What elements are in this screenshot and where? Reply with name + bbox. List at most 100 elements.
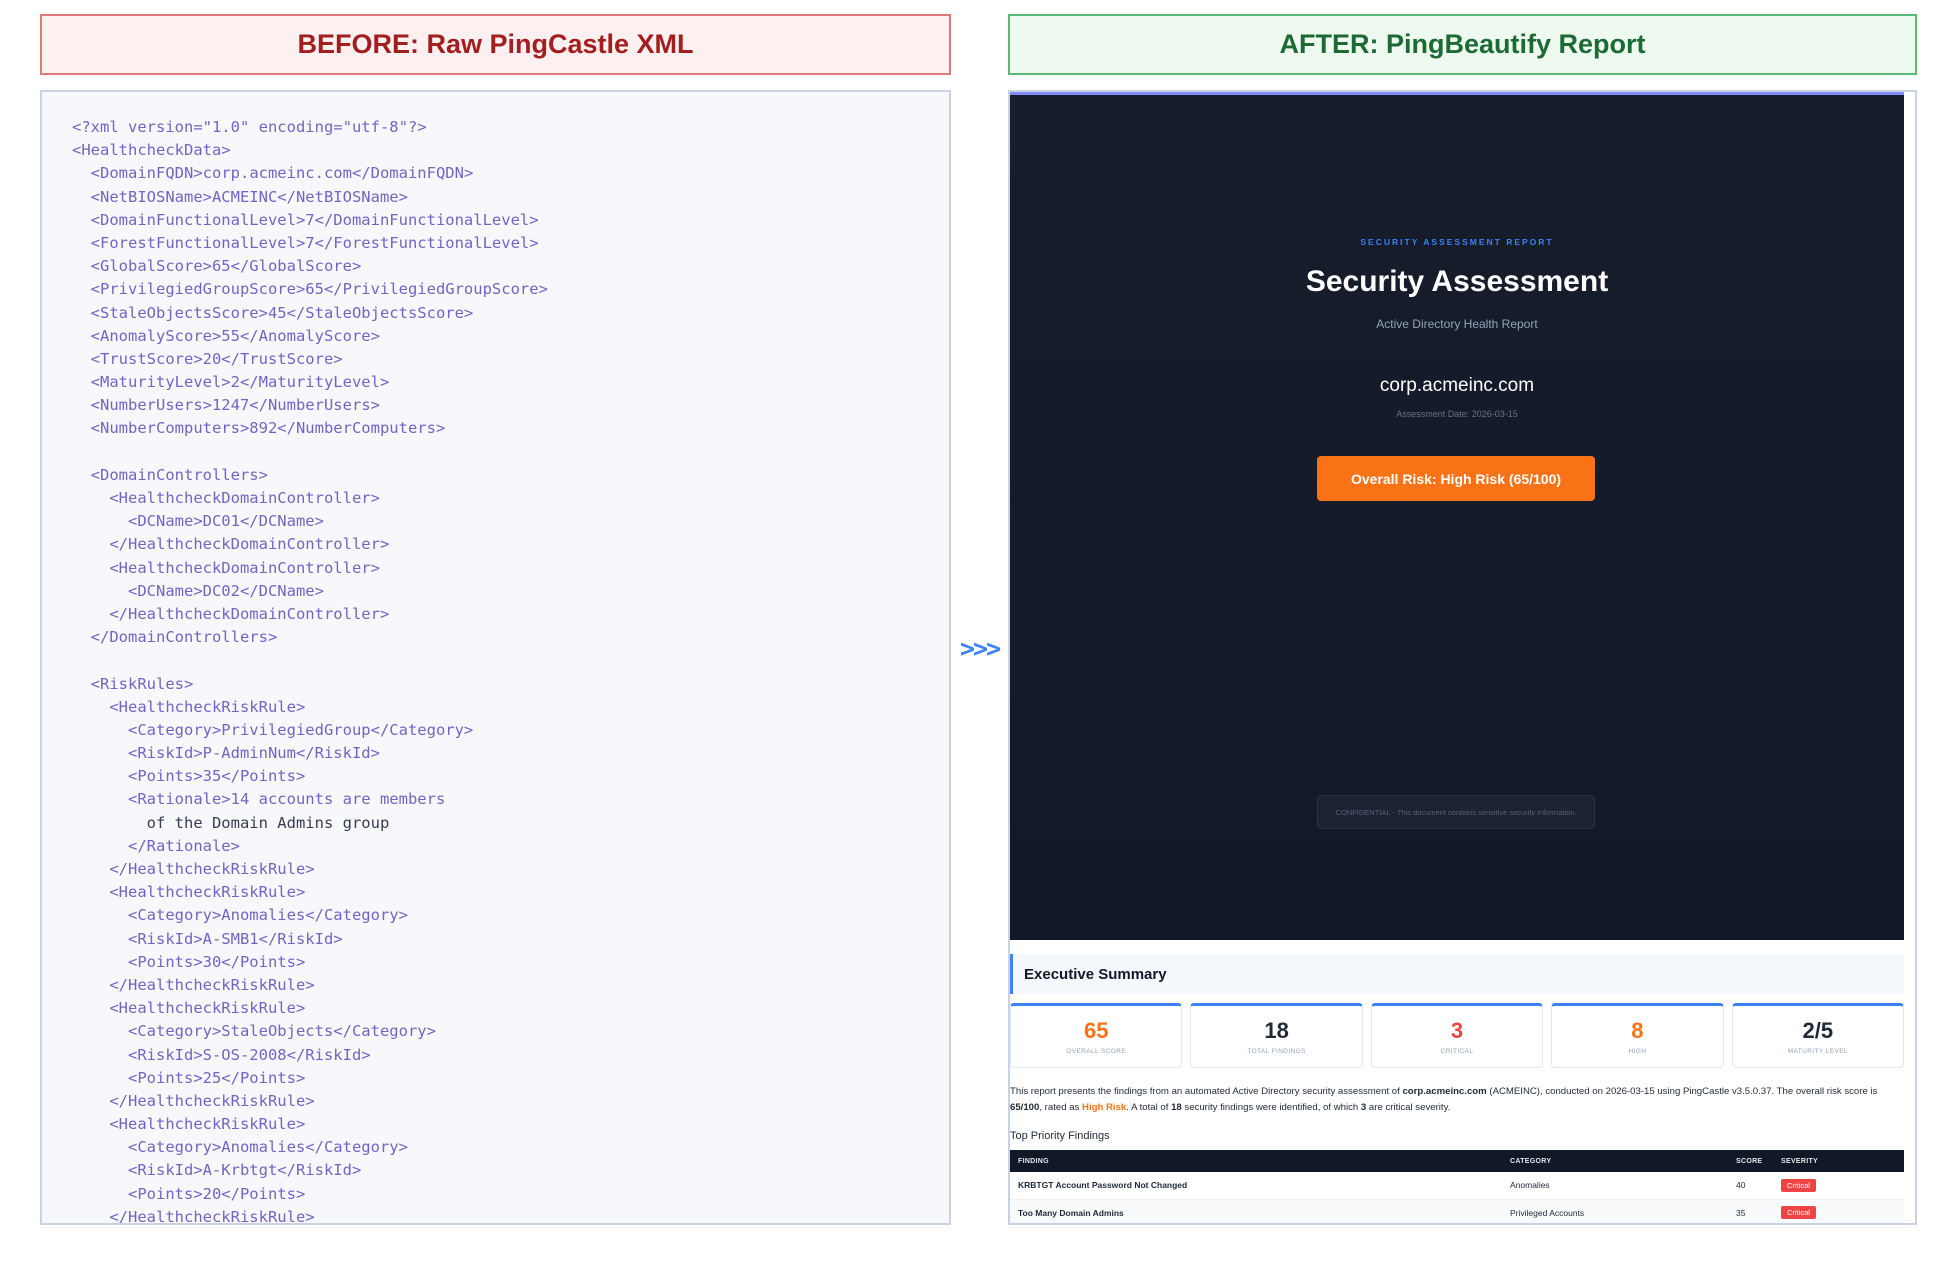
xml-segment: <Points>25</Points> (72, 1068, 306, 1087)
xml-line: <PrivilegiedGroupScore>65</PrivilegiedGr… (72, 278, 949, 301)
xml-line: <HealthcheckRiskRule> (72, 1113, 949, 1136)
summary-cards: 65 OVERALL SCORE 18 TOTAL FINDINGS 3 CRI… (1010, 1003, 1905, 1068)
xml-segment: </HealthcheckRiskRule> (72, 1207, 315, 1225)
xml-line: <HealthcheckDomainController> (72, 557, 949, 580)
top-priority-heading: Top Priority Findings (1010, 1130, 1110, 1142)
overall-risk-badge: Overall Risk: High Risk (65/100) (1317, 456, 1595, 501)
xml-line: <Points>20</Points> (72, 1183, 949, 1206)
xml-segment: <Points>20</Points> (72, 1184, 306, 1203)
xml-segment: <HealthcheckDomainController> (72, 489, 380, 507)
executive-summary-heading: Executive Summary (1010, 954, 1904, 994)
xml-segment: <DomainFunctionalLevel>7</DomainFunction… (72, 210, 539, 229)
xml-segment: <RiskId>S-OS-2008</RiskId> (72, 1045, 371, 1064)
xml-line: <GlobalScore>65</GlobalScore> (72, 255, 949, 278)
report-cover: SECURITY ASSESSMENT REPORT Security Asse… (1010, 92, 1904, 940)
xml-segment: <Points>30</Points> (72, 952, 306, 971)
xml-segment: <PrivilegiedGroupScore>65</PrivilegiedGr… (72, 280, 548, 299)
finding-category: Anomalies (1502, 1172, 1728, 1200)
finding-name: KRBTGT Account Password Not Changed (1010, 1172, 1502, 1200)
transform-arrow-icon: >>> (960, 634, 1001, 663)
xml-segment: </HealthcheckRiskRule> (72, 975, 315, 994)
xml-line: </DomainControllers> (72, 626, 949, 649)
xml-line: <RiskId>A-SMB1</RiskId> (72, 928, 949, 951)
xml-line: <HealthcheckRiskRule> (72, 881, 949, 904)
xml-segment: <HealthcheckRiskRule> (72, 697, 306, 716)
xml-segment: <HealthcheckDomainController> (72, 558, 380, 577)
card-value: 8 (1631, 1018, 1644, 1043)
card-value: 18 (1264, 1018, 1289, 1043)
summary-domain: corp.acmeinc.com (1402, 1086, 1487, 1097)
xml-line: </HealthcheckDomainController> (72, 603, 949, 626)
summary-total: 18 (1171, 1102, 1182, 1113)
raw-xml-panel: <?xml version="1.0" encoding="utf-8"?> <H… (40, 90, 951, 1225)
xml-segment: <TrustScore>20</TrustScore> (72, 349, 343, 368)
xml-segment: </DomainFQDN> (351, 164, 474, 183)
xml-segment: corp.acmeinc.com (202, 164, 352, 183)
xml-line: <HealthcheckRiskRule> (72, 997, 949, 1020)
xml-segment: <Rationale>14 accounts are members (72, 790, 446, 809)
xml-line: </Rationale> (72, 835, 949, 858)
xml-segment: <HealthcheckRiskRule> (72, 999, 306, 1018)
xml-line: <Category>Anomalies</Category> (72, 904, 949, 927)
summary-card: 65 OVERALL SCORE (1010, 1003, 1183, 1068)
card-value: 3 (1450, 1018, 1464, 1043)
card-value: 65 (1083, 1018, 1109, 1043)
finding-name: Too Many Domain Admins (1010, 1199, 1502, 1223)
column-header-score: SCORE (1728, 1150, 1773, 1172)
summary-text: are critical severity. (1366, 1102, 1451, 1113)
xml-segment: <ForestFunctionalLevel>7</ForestFunction… (72, 233, 539, 252)
xml-segment: <Category>Anomalies</Category> (72, 1138, 408, 1157)
table-row: Too Many Domain Admins Privileged Accoun… (1010, 1199, 1904, 1223)
xml-line: <DCName>DC01</DCName> (72, 510, 949, 533)
card-label: HIGH (1628, 1048, 1647, 1055)
finding-score: 40 (1728, 1172, 1773, 1200)
xml-line: <NetBIOSName>ACMEINC</NetBIOSName> (72, 186, 949, 209)
xml-segment: <Points>35</Points> (72, 767, 306, 786)
xml-line (72, 649, 949, 672)
xml-line: <?xml version="1.0" encoding="utf-8"?> (72, 116, 949, 139)
xml-segment: <NumberComputers>892</NumberComputers> (72, 419, 446, 438)
card-label: MATURITY LEVEL (1787, 1048, 1848, 1055)
xml-segment: <NumberUsers>1247</NumberUsers> (72, 396, 380, 415)
xml-segment: <HealthcheckData> (72, 141, 231, 160)
xml-line: <DomainControllers> (72, 464, 949, 487)
xml-segment: <Category>Anomalies</Category> (72, 906, 408, 925)
xml-segment: <Category>StaleObjects</Category> (72, 1022, 436, 1041)
xml-line: <NumberUsers>1247</NumberUsers> (72, 394, 949, 417)
report-preview-panel: SECURITY ASSESSMENT REPORT Security Asse… (1008, 90, 1917, 1225)
xml-line: <DomainFunctionalLevel>7</DomainFunction… (72, 209, 949, 232)
xml-line: <ForestFunctionalLevel>7</ForestFunction… (72, 232, 949, 255)
xml-segment: </HealthcheckRiskRule> (72, 1091, 315, 1110)
finding-score: 35 (1728, 1199, 1773, 1223)
xml-segment: of the Domain Admins group (72, 813, 390, 832)
xml-segment: <RiskId>P-AdminNum</RiskId> (72, 744, 380, 763)
cover-assessment-date: Assessment Date: 2026-03-15 (1396, 409, 1518, 419)
card-value: 2/5 (1802, 1018, 1834, 1043)
xml-line: <StaleObjectsScore>45</StaleObjectsScore… (72, 302, 949, 325)
card-label: TOTAL FINDINGS (1247, 1048, 1306, 1055)
summary-score: 65/100 (1010, 1102, 1040, 1113)
xml-segment: <DomainControllers> (72, 465, 268, 484)
summary-text: This report presents the findings from a… (1010, 1086, 1403, 1097)
xml-line: <RiskId>S-OS-2008</RiskId> (72, 1044, 949, 1067)
xml-segment: <GlobalScore>65</GlobalScore> (72, 257, 362, 276)
xml-segment: </DomainControllers> (72, 628, 278, 647)
summary-text: . A total of (1126, 1102, 1172, 1113)
cover-subtitle: Active Directory Health Report (1376, 317, 1538, 331)
xml-line: </HealthcheckDomainController> (72, 533, 949, 556)
summary-text: , rated as (1039, 1102, 1083, 1113)
xml-line: <TrustScore>20</TrustScore> (72, 348, 949, 371)
xml-line: of the Domain Admins group (72, 812, 949, 835)
xml-segment: </HealthcheckDomainController> (72, 535, 390, 554)
summary-rating: High Risk (1082, 1102, 1127, 1113)
xml-segment: <?xml version="1.0" encoding="utf-8"?> (72, 118, 427, 136)
summary-card: 3 CRITICAL (1370, 1003, 1544, 1068)
xml-segment: <RiskId>A-Krbtgt</RiskId> (72, 1161, 362, 1180)
card-label: CRITICAL (1440, 1048, 1474, 1055)
finding-category: Privileged Accounts (1502, 1199, 1728, 1223)
xml-line: <Rationale>14 accounts are members (72, 788, 949, 811)
xml-segment: <DCName>DC01</DCName> (72, 512, 324, 531)
xml-segment: <HealthcheckRiskRule> (72, 1115, 306, 1134)
xml-segment: <DCName>DC02</DCName> (72, 581, 324, 600)
xml-line: <Category>Anomalies</Category> (72, 1136, 949, 1159)
